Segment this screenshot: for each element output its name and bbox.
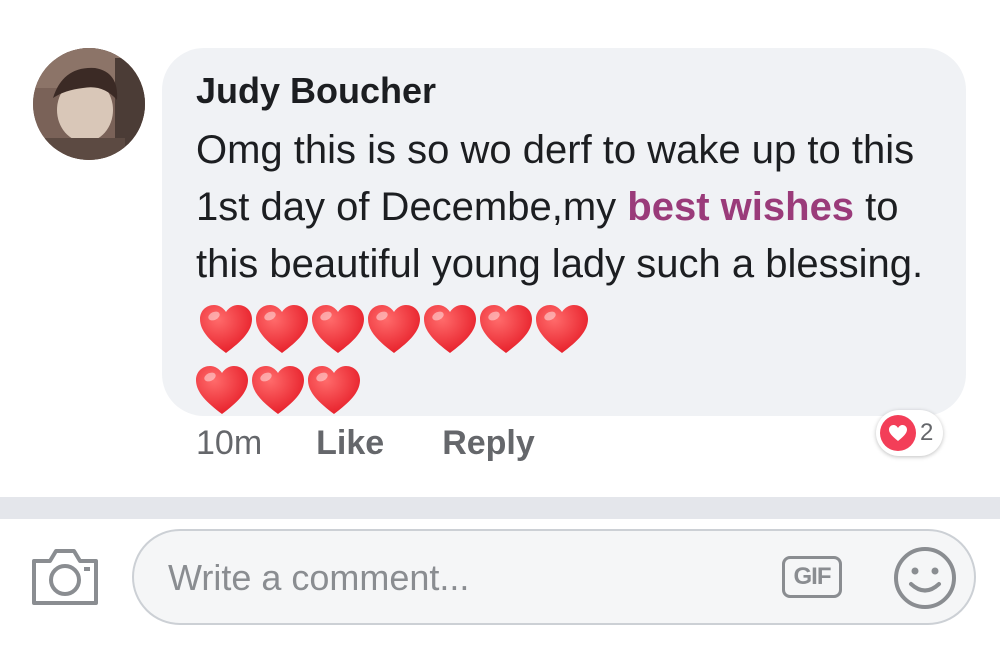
comment-bubble: Judy Boucher Omg this is so wo derf to w… [162, 48, 966, 416]
heart-emoji-group [194, 360, 936, 417]
avatar-photo [33, 48, 145, 160]
comment-actions: 10m Like Reply [196, 424, 593, 463]
comment-timestamp: 10m [196, 424, 263, 462]
comment-input[interactable] [166, 531, 730, 625]
section-divider [0, 497, 1000, 519]
reply-button[interactable]: Reply [442, 424, 535, 463]
camera-icon[interactable] [30, 547, 100, 607]
red-heart-emoji [480, 305, 532, 354]
red-heart-emoji [200, 305, 252, 354]
gif-button[interactable]: GIF [782, 556, 842, 598]
comment-avatar[interactable] [33, 48, 145, 160]
red-heart-emoji [536, 305, 588, 354]
smiley-icon[interactable] [892, 545, 958, 611]
red-heart-emoji [252, 366, 304, 415]
like-button[interactable]: Like [316, 424, 384, 463]
red-heart-emoji [424, 305, 476, 354]
red-heart-emoji [312, 305, 364, 354]
comment-text: Omg this is so wo derf to wake up to thi… [196, 122, 936, 417]
red-heart-emoji [256, 305, 308, 354]
reaction-summary[interactable]: 2 [876, 410, 944, 456]
reaction-count: 2 [920, 419, 934, 446]
heart-emoji-group [198, 299, 590, 356]
red-heart-emoji [368, 305, 420, 354]
heart-reaction-icon [880, 415, 916, 451]
red-heart-emoji [308, 366, 360, 415]
comment-input-pill: GIF [132, 529, 976, 625]
comment-composer: GIF [0, 519, 1000, 645]
comment-tag-link[interactable]: best wishes [627, 185, 854, 229]
comment-author[interactable]: Judy Boucher [196, 70, 436, 112]
red-heart-emoji [196, 366, 248, 415]
